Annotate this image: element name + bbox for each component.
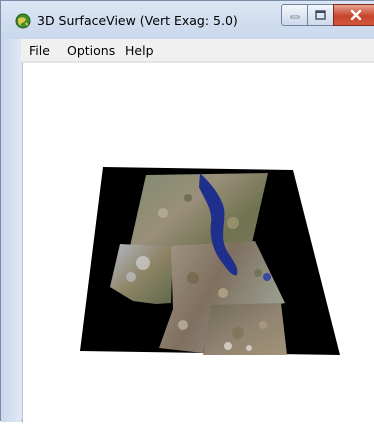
maximize-button[interactable] (307, 4, 334, 26)
terrain-surface[interactable] (23, 63, 374, 423)
menu-file[interactable]: File (29, 43, 50, 58)
small-lake (263, 273, 271, 281)
window-title: 3D SurfaceView (Vert Exag: 5.0) (37, 13, 238, 28)
imagery-patch-lower (203, 303, 287, 355)
menu-bar: File Options Help (21, 39, 374, 62)
3d-viewport[interactable] (22, 62, 374, 423)
globe-app-icon (15, 13, 31, 29)
close-icon (350, 9, 362, 21)
title-bar[interactable]: 3D SurfaceView (Vert Exag: 5.0) (1, 1, 374, 39)
maximize-icon (315, 10, 326, 20)
minimize-button[interactable] (281, 4, 308, 26)
minimize-icon (290, 15, 299, 19)
menu-options[interactable]: Options (67, 43, 115, 58)
close-button[interactable] (333, 4, 374, 26)
menu-help[interactable]: Help (125, 43, 154, 58)
window-left-frame (1, 39, 21, 422)
app-window: 3D SurfaceView (Vert Exag: 5.0) File Opt… (0, 0, 374, 423)
